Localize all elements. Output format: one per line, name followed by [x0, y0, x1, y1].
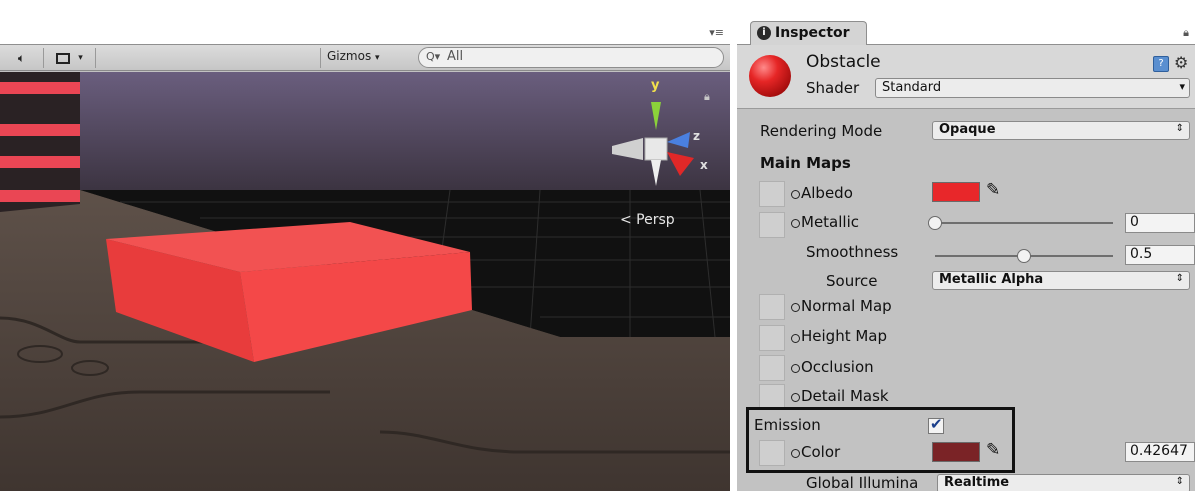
help-book-icon[interactable]: ?	[1153, 56, 1169, 72]
metallic-label: Metallic	[801, 213, 859, 231]
source-dropdown[interactable]: Metallic Alpha ⇕	[932, 271, 1190, 290]
metallic-texture-slot[interactable]	[759, 212, 785, 238]
tab-inspector[interactable]: i Inspector	[750, 21, 867, 45]
global-illumination-label: Global Illumina	[806, 474, 919, 491]
albedo-texture-slot[interactable]	[759, 181, 785, 207]
chevron-updown-icon: ⇕	[1175, 123, 1184, 134]
rendering-mode-label: Rendering Mode	[760, 122, 883, 140]
metallic-value-field[interactable]: 0	[1125, 213, 1195, 233]
scene-toolbar: 🔈︎ ▾ Gizmos ▾ Q▾ All	[0, 45, 730, 71]
height-map-label: Height Map	[801, 327, 888, 345]
scene-view: ▾≡ 🔈︎ ▾ Gizmos ▾ Q▾ All y 🔒︎ z x < Persp	[0, 0, 730, 491]
material-name: Obstacle	[806, 52, 881, 72]
shader-label: Shader	[806, 79, 860, 97]
emission-intensity-field[interactable]: 0.42647	[1125, 442, 1195, 462]
scene-viewport[interactable]: y 🔒︎ z x < Persp	[0, 72, 730, 491]
effects-toggle-button[interactable]: ▾	[44, 48, 96, 68]
rendering-mode-value: Opaque	[939, 122, 996, 137]
eyedropper-icon[interactable]: ✎	[986, 180, 1000, 200]
metallic-slider-track[interactable]	[935, 222, 1113, 224]
gizmo-axis-y-label[interactable]: y	[651, 78, 659, 93]
global-illumination-value: Realtime	[944, 475, 1010, 490]
emission-texture-slot[interactable]	[759, 440, 785, 466]
albedo-color-swatch[interactable]	[932, 182, 980, 202]
speaker-icon: 🔈︎	[17, 50, 26, 65]
height-map-texture-slot[interactable]	[759, 325, 785, 351]
normal-map-label: Normal Map	[801, 297, 892, 315]
gizmo-axis-x-label[interactable]: x	[700, 158, 708, 172]
chevron-updown-icon: ⇕	[1175, 476, 1184, 487]
global-illumination-dropdown[interactable]: Realtime ⇕	[937, 474, 1190, 491]
toolbar-spacer	[96, 48, 321, 68]
object-picker-icon[interactable]	[791, 190, 800, 199]
gizmos-label: Gizmos	[327, 49, 372, 63]
tab-inspector-label: Inspector	[775, 25, 850, 41]
eyedropper-icon[interactable]: ✎	[986, 440, 1000, 460]
panel-menu-icon[interactable]: ▾≡	[709, 26, 724, 39]
detail-mask-label: Detail Mask	[801, 387, 889, 405]
occlusion-texture-slot[interactable]	[759, 355, 785, 381]
object-picker-icon[interactable]	[791, 393, 800, 402]
object-picker-icon[interactable]	[791, 303, 800, 312]
rendering-mode-dropdown[interactable]: Opaque ⇕	[932, 121, 1190, 140]
gear-icon[interactable]: ⚙	[1174, 53, 1188, 72]
gizmos-dropdown[interactable]: Gizmos ▾	[327, 49, 380, 63]
material-header: Obstacle Shader Standard ▾ ? ⚙	[737, 45, 1195, 109]
object-picker-icon[interactable]	[791, 334, 800, 343]
emission-intensity-value: 0.42647	[1130, 443, 1188, 459]
occlusion-label: Occlusion	[801, 358, 874, 376]
object-picker-icon[interactable]	[791, 364, 800, 373]
normal-map-texture-slot[interactable]	[759, 294, 785, 320]
inspector-panel: i Inspector 🔒︎ Obstacle Shader Standard …	[737, 0, 1195, 491]
chevron-down-icon: ▾	[1179, 80, 1185, 93]
chevron-down-icon: ▾	[78, 53, 83, 63]
smoothness-value: 0.5	[1130, 246, 1153, 262]
metallic-slider-thumb[interactable]	[928, 216, 942, 230]
smoothness-value-field[interactable]: 0.5	[1125, 245, 1195, 265]
lock-icon[interactable]: 🔒︎	[704, 90, 710, 104]
object-picker-icon[interactable]	[791, 449, 800, 458]
emission-color-label: Color	[801, 443, 841, 461]
search-placeholder: All	[447, 49, 464, 64]
smoothness-label: Smoothness	[806, 243, 899, 261]
source-value: Metallic Alpha	[939, 272, 1044, 287]
projection-toggle[interactable]: < Persp	[620, 212, 675, 228]
checkmark-icon: ✔	[930, 415, 943, 433]
metallic-value: 0	[1130, 214, 1139, 230]
emission-label: Emission	[754, 416, 821, 434]
main-maps-heading: Main Maps	[760, 154, 851, 172]
material-preview-sphere	[749, 55, 791, 97]
gizmo-axis-z-label[interactable]: z	[693, 129, 700, 143]
emission-checkbox[interactable]: ✔	[928, 415, 944, 434]
audio-toggle-button[interactable]: 🔈︎	[0, 48, 44, 68]
emission-color-swatch[interactable]	[932, 442, 980, 462]
scene-render	[0, 72, 730, 491]
scene-tab-bar: ▾≡	[0, 0, 730, 45]
albedo-label: Albedo	[801, 184, 853, 202]
chevron-updown-icon: ⇕	[1175, 273, 1184, 284]
lock-icon[interactable]: 🔒︎	[1183, 26, 1189, 40]
chevron-down-icon: ▾	[375, 53, 380, 63]
source-label: Source	[826, 272, 878, 290]
info-icon: i	[757, 26, 771, 40]
object-picker-icon[interactable]	[791, 219, 800, 228]
image-icon	[56, 52, 71, 64]
search-icon: Q▾	[426, 50, 441, 63]
shader-value: Standard	[882, 80, 942, 95]
smoothness-slider-thumb[interactable]	[1017, 249, 1031, 263]
scene-search-input[interactable]: Q▾ All	[418, 47, 724, 68]
shader-dropdown[interactable]: Standard ▾	[875, 78, 1190, 98]
inspector-tab-strip: i Inspector 🔒︎	[737, 0, 1195, 45]
